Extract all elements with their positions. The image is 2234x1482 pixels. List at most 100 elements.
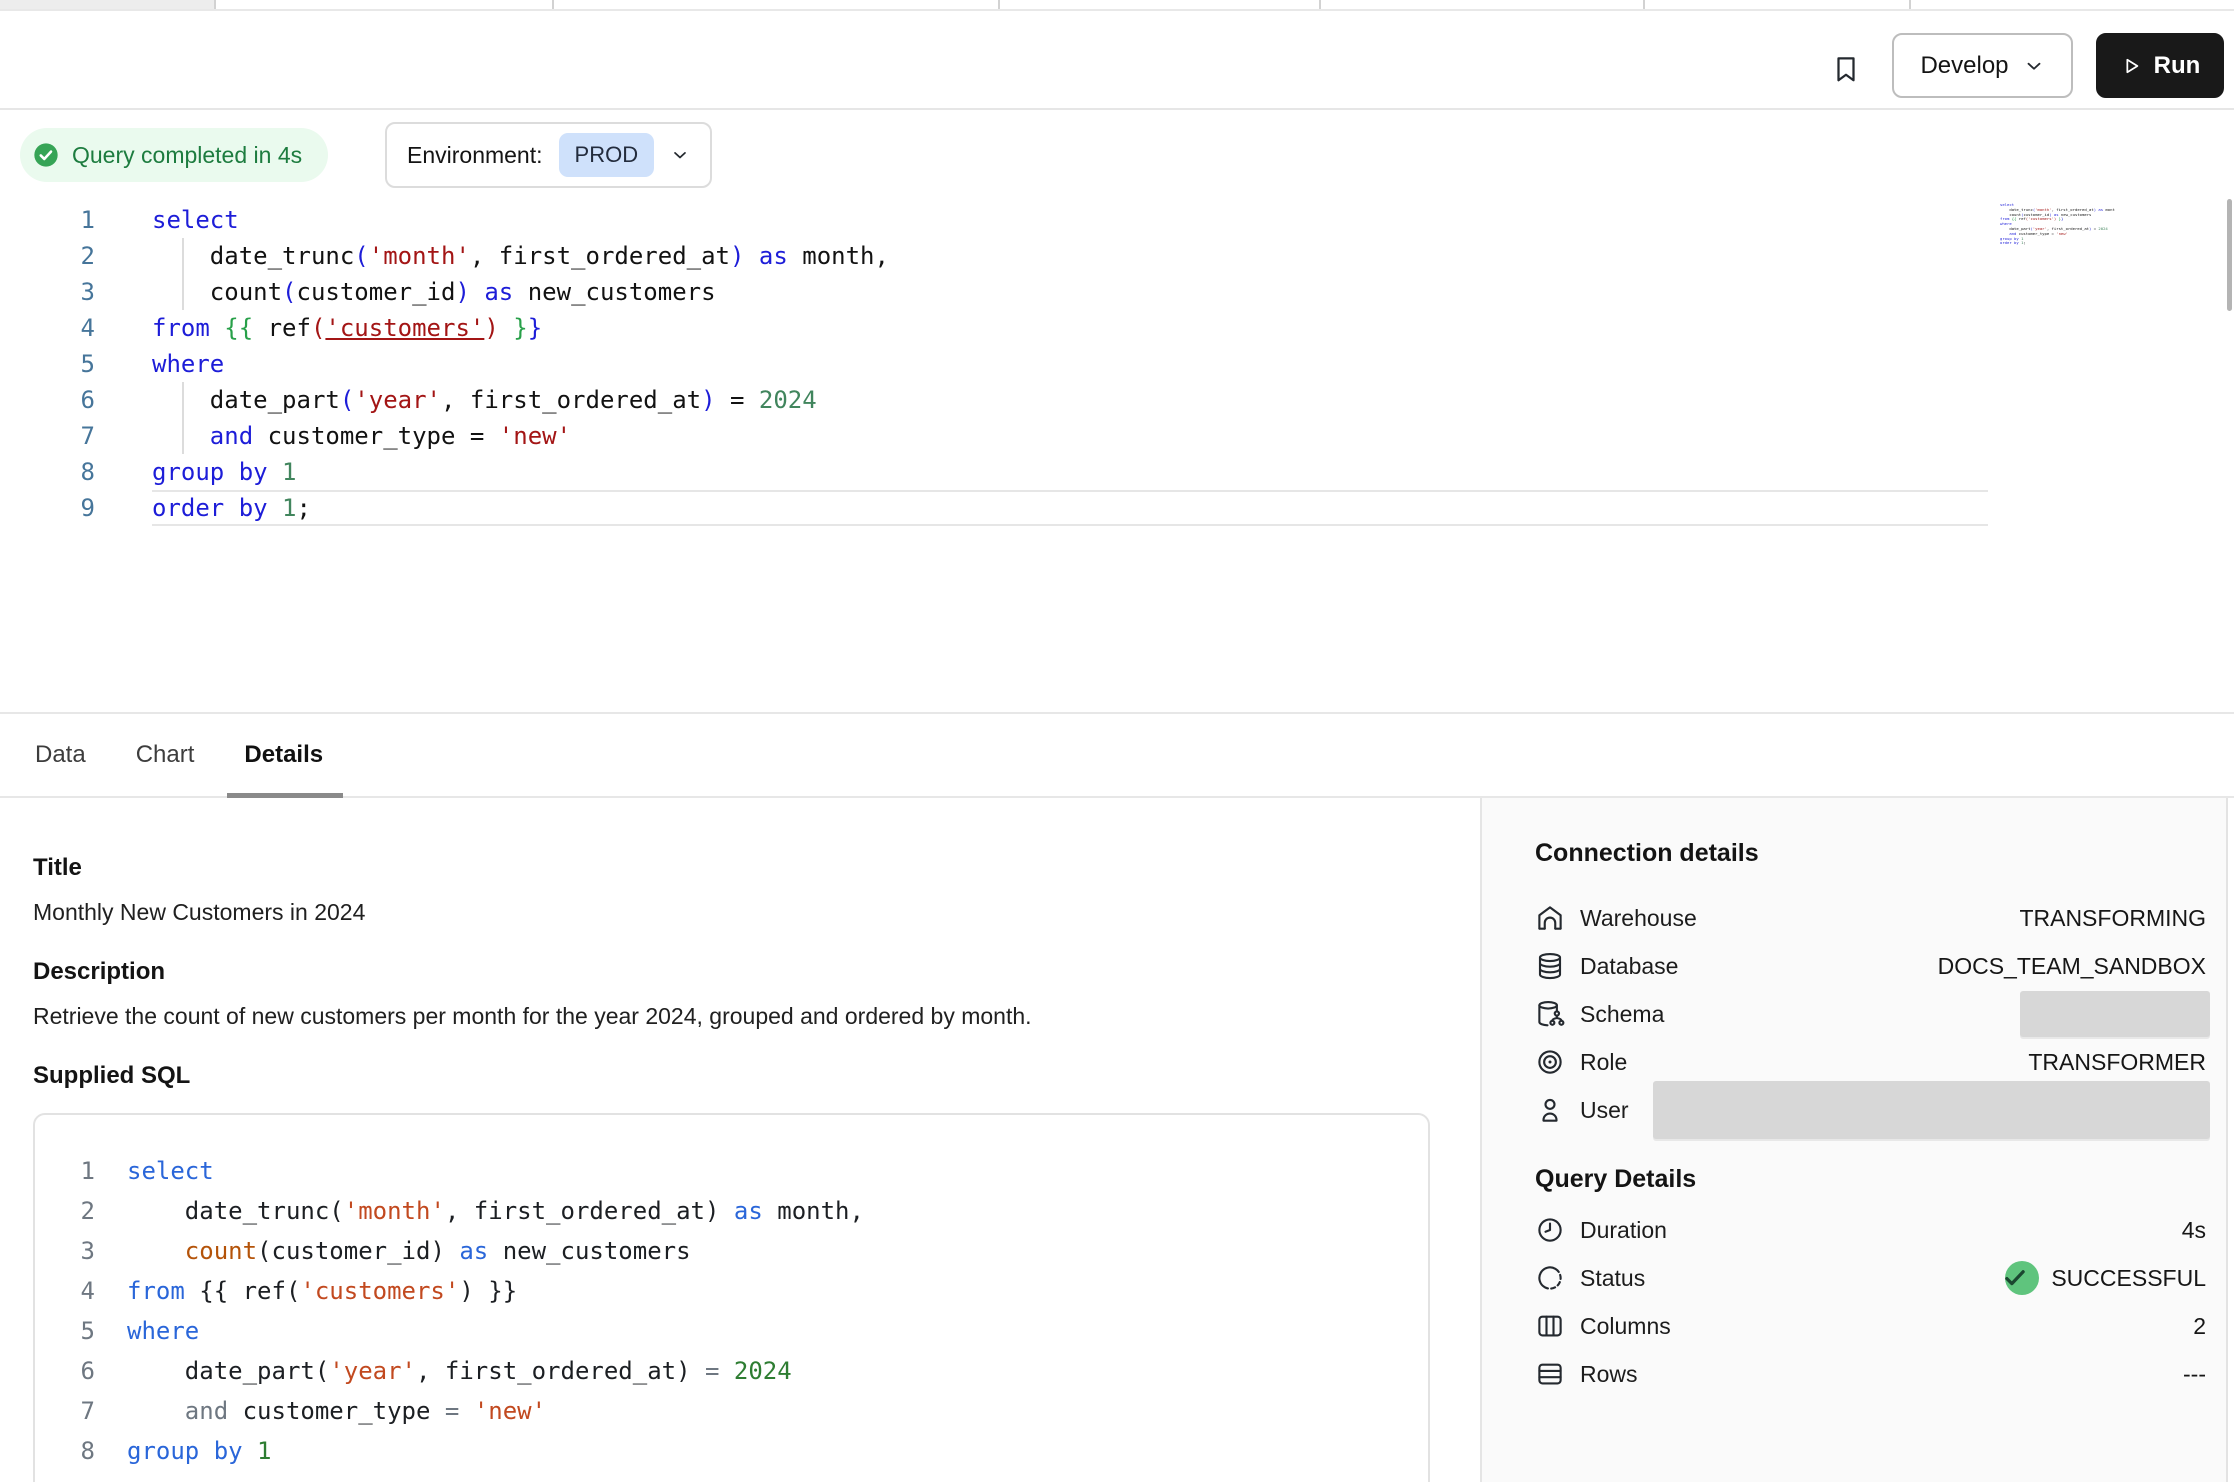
details-side-panel: Connection details Warehouse TRANSFORMIN… bbox=[1480, 798, 2228, 1482]
line-number: 1 bbox=[35, 1151, 95, 1191]
chevron-down-icon bbox=[2023, 55, 2045, 77]
run-button-label: Run bbox=[2154, 52, 2201, 80]
user-value-redacted bbox=[1653, 1081, 2210, 1139]
browser-tab-strip bbox=[0, 0, 2234, 11]
row-label: Rows bbox=[1580, 1361, 1638, 1388]
status-badge: SUCCESSFUL bbox=[2005, 1261, 2206, 1295]
app-window: Develop Run Query completed in 4s Enviro… bbox=[0, 0, 2234, 1482]
tab-strip-divider bbox=[552, 0, 554, 9]
environment-selector[interactable]: Environment: PROD bbox=[385, 122, 712, 188]
code-line: 6 date_part('year', first_ordered_at) = … bbox=[35, 1351, 1428, 1391]
editor-minimap[interactable]: 1select2 date_trunc('month', first_order… bbox=[2000, 203, 2115, 249]
line-number: 3 bbox=[35, 1231, 95, 1271]
row-label: Warehouse bbox=[1580, 905, 1697, 932]
code-line: 3 count(customer_id) as new_customers bbox=[0, 274, 2234, 310]
title-heading: Title bbox=[33, 853, 82, 883]
query-status-pill: Query completed in 4s bbox=[20, 128, 328, 182]
line-number: 8 bbox=[35, 1431, 95, 1471]
status-value: SUCCESSFUL bbox=[2051, 1265, 2206, 1292]
code-line: 1select bbox=[0, 202, 2234, 238]
code-line: 9order by 1; bbox=[2000, 241, 2115, 246]
row-value: DOCS_TEAM_SANDBOX bbox=[1938, 953, 2206, 980]
row-value: 4s bbox=[2182, 1217, 2206, 1244]
supplied-sql-block: 1select2 date_trunc('month', first_order… bbox=[33, 1113, 1430, 1482]
code-line: 8group by 1 bbox=[35, 1431, 1428, 1471]
environment-value-chip: PROD bbox=[559, 133, 655, 177]
tab-data[interactable]: Data bbox=[35, 714, 86, 796]
success-check-icon bbox=[2005, 1261, 2039, 1295]
code-line: 2 date_trunc('month', first_ordered_at) … bbox=[35, 1191, 1428, 1231]
code-line: 1select bbox=[35, 1151, 1428, 1191]
tab-strip-divider bbox=[998, 0, 1000, 9]
code-line: 7 and customer_type = 'new' bbox=[35, 1391, 1428, 1431]
chevron-down-icon bbox=[670, 145, 690, 165]
columns-icon bbox=[1535, 1311, 1565, 1341]
code-line: 4from {{ ref('customers') }} bbox=[35, 1271, 1428, 1311]
row-value: 2 bbox=[2193, 1313, 2206, 1340]
query-row-duration: Duration 4s bbox=[1535, 1206, 2206, 1254]
clock-icon bbox=[1535, 1215, 1565, 1245]
row-label: Schema bbox=[1580, 1001, 1664, 1028]
schema-value-redacted bbox=[2020, 991, 2210, 1037]
description-heading: Description bbox=[33, 957, 165, 987]
row-label: Duration bbox=[1580, 1217, 1667, 1244]
tab-chart[interactable]: Chart bbox=[136, 714, 195, 796]
play-icon bbox=[2120, 55, 2142, 77]
loader-circle-icon bbox=[1535, 1263, 1565, 1293]
connection-details-heading: Connection details bbox=[1535, 838, 2206, 868]
connection-row-schema: Schema bbox=[1535, 990, 2206, 1038]
query-row-status: Status SUCCESSFUL bbox=[1535, 1254, 2206, 1302]
line-number: 1 bbox=[0, 202, 95, 238]
code-line: 4from {{ ref('customers') }} bbox=[0, 310, 2234, 346]
row-label: Database bbox=[1580, 953, 1678, 980]
rows-icon bbox=[1535, 1359, 1565, 1389]
line-number: 3 bbox=[0, 274, 95, 310]
code-line: 5where bbox=[0, 346, 2234, 382]
app-header: Develop Run bbox=[0, 11, 2234, 110]
sql-editor[interactable]: 1select2 date_trunc('month', first_order… bbox=[0, 202, 2234, 526]
editor-scrollbar-thumb[interactable] bbox=[2227, 199, 2232, 311]
environment-label: Environment: bbox=[407, 142, 543, 169]
bookmark-icon[interactable] bbox=[1828, 47, 1864, 91]
check-circle-icon bbox=[32, 141, 60, 169]
row-label: Status bbox=[1580, 1265, 1645, 1292]
line-number: 2 bbox=[0, 238, 95, 274]
tab-strip-divider bbox=[214, 0, 216, 9]
line-number: 6 bbox=[0, 382, 95, 418]
tab-details[interactable]: Details bbox=[244, 714, 323, 796]
tab-strip-segment bbox=[0, 0, 214, 9]
schema-icon bbox=[1535, 999, 1565, 1029]
line-number: 9 bbox=[0, 490, 95, 526]
row-value: TRANSFORMING bbox=[2019, 905, 2206, 932]
develop-button-label: Develop bbox=[1920, 52, 2008, 80]
results-tabbar: Data Chart Details bbox=[0, 712, 2234, 798]
develop-button[interactable]: Develop bbox=[1892, 33, 2073, 98]
connection-row-role: Role TRANSFORMER bbox=[1535, 1038, 2206, 1086]
line-number: 4 bbox=[0, 310, 95, 346]
code-line: 3 count(customer_id) as new_customers bbox=[35, 1231, 1428, 1271]
query-details-heading: Query Details bbox=[1535, 1164, 2206, 1194]
line-number: 7 bbox=[35, 1391, 95, 1431]
warehouse-icon bbox=[1535, 903, 1565, 933]
code-line: 7 and customer_type = 'new' bbox=[0, 418, 2234, 454]
tab-strip-divider bbox=[1643, 0, 1645, 9]
code-line: 8group by 1 bbox=[0, 454, 2234, 490]
title-value: Monthly New Customers in 2024 bbox=[33, 897, 365, 927]
code-line: 6 date_part('year', first_ordered_at) = … bbox=[0, 382, 2234, 418]
description-value: Retrieve the count of new customers per … bbox=[33, 1001, 1032, 1031]
row-value: TRANSFORMER bbox=[2028, 1049, 2206, 1076]
line-number: 2 bbox=[35, 1191, 95, 1231]
code-line: 9order by 1; bbox=[0, 490, 2234, 526]
target-icon bbox=[1535, 1047, 1565, 1077]
query-row-columns: Columns 2 bbox=[1535, 1302, 2206, 1350]
row-value: --- bbox=[2183, 1361, 2206, 1388]
connection-row-user: User bbox=[1535, 1086, 2206, 1134]
code-line: 2 date_trunc('month', first_ordered_at) … bbox=[0, 238, 2234, 274]
database-icon bbox=[1535, 951, 1565, 981]
supplied-sql-heading: Supplied SQL bbox=[33, 1061, 190, 1091]
run-button[interactable]: Run bbox=[2096, 33, 2224, 98]
row-label: User bbox=[1580, 1097, 1629, 1124]
line-number: 7 bbox=[0, 418, 95, 454]
query-status-text: Query completed in 4s bbox=[72, 142, 302, 169]
row-label: Role bbox=[1580, 1049, 1627, 1076]
